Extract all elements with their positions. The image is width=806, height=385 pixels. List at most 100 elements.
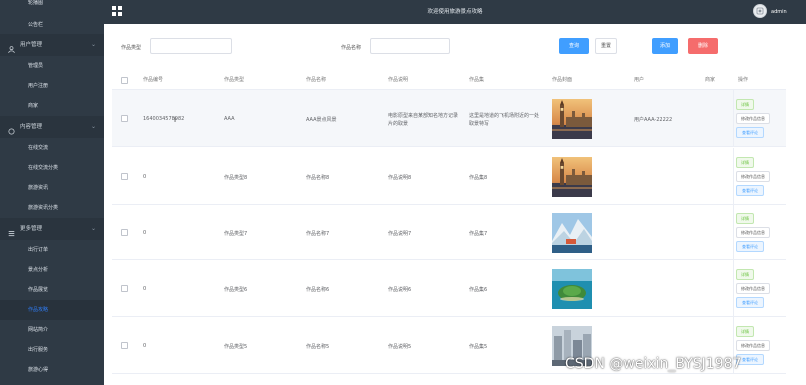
- cover-thumbnail[interactable]: [552, 212, 592, 253]
- row-checkbox[interactable]: [121, 172, 128, 180]
- sidebar-item-carousel[interactable]: 轮播图: [0, 0, 104, 8]
- sidebar-item-merchant[interactable]: 商家: [0, 96, 104, 116]
- name-label: 作品名称: [341, 45, 362, 51]
- type-label: 作品类型: [121, 45, 142, 51]
- avatar[interactable]: [753, 4, 767, 18]
- cell-type: 作品类型5: [224, 343, 248, 350]
- cell-name: 作品名称8: [306, 174, 330, 181]
- chevron-down-icon: ⌄: [90, 41, 96, 48]
- view-comments-button[interactable]: 查看评论: [736, 126, 764, 138]
- sidebar-item-news[interactable]: 旅游资讯: [0, 178, 104, 198]
- cell-collection: 这里是地道的飞机场附近的一处取景特写: [469, 112, 540, 127]
- row-checkbox[interactable]: [121, 228, 128, 236]
- row-actions: 详情 修改作品信息 查看评论: [736, 156, 784, 199]
- cover-thumbnail[interactable]: [552, 156, 592, 197]
- sidebar-group-label: 内容管理: [20, 124, 43, 130]
- cover-thumbnail[interactable]: [552, 268, 592, 309]
- sidebar-item-exhibit[interactable]: 作品展览: [0, 280, 104, 300]
- sidebar-item-admins[interactable]: 管理员: [0, 56, 104, 76]
- cell-desc: 电影原型来自某部知名地方记录片的取景: [388, 112, 459, 127]
- col-user: 用户: [634, 77, 645, 83]
- table-header: 作品编号 作品类型 作品名称 作品说明 作品集 作品封面 用户 商家 操作: [112, 70, 786, 90]
- actions-divider: [733, 260, 734, 317]
- chevron-down-icon: ⌄: [90, 123, 96, 130]
- detail-button[interactable]: 详情: [736, 268, 754, 280]
- chevron-down-icon: ⌄: [90, 225, 96, 232]
- reset-button[interactable]: 重置: [595, 38, 617, 54]
- user-name[interactable]: admin: [771, 0, 787, 24]
- col-cover: 作品封面: [552, 77, 573, 83]
- edit-button[interactable]: 修改作品信息: [736, 339, 770, 351]
- cell-desc: 作品说明6: [388, 286, 412, 293]
- row-checkbox[interactable]: [121, 341, 128, 349]
- sidebar-item-chat-category[interactable]: 在线交流分类: [0, 158, 104, 178]
- edit-button[interactable]: 修改作品信息: [736, 112, 770, 124]
- detail-button[interactable]: 详情: [736, 98, 754, 110]
- cell-type: 作品类型6: [224, 286, 248, 293]
- sidebar-item-services[interactable]: 出行服务: [0, 340, 104, 360]
- sidebar-item-user-register[interactable]: 用户注册: [0, 76, 104, 96]
- actions-divider: [733, 148, 734, 205]
- table-row[interactable]: 0 作品类型7 作品名称7 作品说明7 作品集7 详情 修改作品信息 查看评论: [112, 205, 786, 260]
- sidebar-item-notice[interactable]: 公告栏: [0, 8, 104, 28]
- cell-user: 用户AAA-22222: [634, 116, 673, 123]
- circle-icon: [8, 123, 15, 135]
- actions-divider: [733, 90, 734, 147]
- cover-thumbnail[interactable]: [552, 98, 592, 139]
- sidebar-group-content[interactable]: 内容管理 ⌄: [0, 116, 104, 138]
- col-collection: 作品集: [469, 77, 485, 83]
- cell-collection: 作品集6: [469, 286, 488, 293]
- query-button[interactable]: 查询: [559, 38, 589, 54]
- sidebar-group-users[interactable]: 用户管理 ⌄: [0, 34, 104, 56]
- select-all-checkbox[interactable]: [121, 77, 128, 84]
- cell-desc: 作品说明8: [388, 174, 412, 181]
- edit-button[interactable]: 修改作品信息: [736, 170, 770, 182]
- cell-collection: 作品集8: [469, 174, 488, 181]
- sidebar-item-chat[interactable]: 在线交流: [0, 138, 104, 158]
- edit-button[interactable]: 修改作品信息: [736, 282, 770, 294]
- table-row[interactable]: 0 作品类型8 作品名称8 作品说明8 作品集8 详情 修改作品信息 查看评论: [112, 148, 786, 205]
- menu-icon: [8, 225, 15, 237]
- row-actions: 详情 修改作品信息 查看评论: [736, 325, 784, 368]
- sidebar-item-guides[interactable]: 作品攻略: [0, 300, 104, 320]
- edit-button[interactable]: 修改作品信息: [736, 226, 770, 238]
- cell-name: 作品名称5: [306, 343, 330, 350]
- cell-name: 作品名称7: [306, 230, 330, 237]
- row-checkbox[interactable]: [121, 284, 128, 292]
- cell-desc: 作品说明5: [388, 343, 412, 350]
- table-row[interactable]: 0 作品类型6 作品名称6 作品说明6 作品集6 详情 修改作品信息 查看评论: [112, 260, 786, 317]
- sidebar-group-more[interactable]: 更多管理 ⌄: [0, 218, 104, 240]
- add-button[interactable]: 添加: [652, 38, 678, 54]
- sidebar-item-analysis[interactable]: 景点分析: [0, 260, 104, 280]
- cell-type: 作品类型7: [224, 230, 248, 237]
- cell-collection: 作品集5: [469, 343, 488, 350]
- view-comments-button[interactable]: 查看评论: [736, 184, 764, 196]
- sidebar-item-news-category[interactable]: 旅游资讯分类: [0, 198, 104, 218]
- text-cursor-icon: I: [174, 115, 177, 124]
- user-icon: [8, 41, 15, 54]
- top-header: 欢迎使用旅游景点攻略 admin: [104, 0, 806, 24]
- cell-id: 0: [143, 285, 147, 292]
- view-comments-button[interactable]: 查看评论: [736, 296, 764, 308]
- actions-divider: [733, 205, 734, 260]
- sidebar-item-intro[interactable]: 网站简介: [0, 320, 104, 340]
- delete-button[interactable]: 删除: [688, 38, 718, 54]
- detail-button[interactable]: 详情: [736, 156, 754, 168]
- detail-button[interactable]: 详情: [736, 325, 754, 337]
- search-bar: 作品类型 作品名称 查询 重置 添加 删除: [104, 24, 806, 70]
- col-name: 作品名称: [306, 77, 327, 83]
- name-input[interactable]: [370, 38, 450, 54]
- view-comments-button[interactable]: 查看评论: [736, 240, 764, 252]
- sidebar-item-experience[interactable]: 旅游心得: [0, 360, 104, 380]
- cell-type: 作品类型8: [224, 174, 248, 181]
- cell-collection: 作品集7: [469, 230, 488, 237]
- detail-button[interactable]: 详情: [736, 212, 754, 224]
- cell-id: 0: [143, 342, 147, 349]
- col-id: 作品编号: [143, 77, 164, 83]
- cell-id: 0: [143, 229, 147, 236]
- type-input[interactable]: [150, 38, 232, 54]
- sidebar-item-orders[interactable]: 出行订单: [0, 240, 104, 260]
- row-checkbox[interactable]: [121, 114, 128, 122]
- col-type: 作品类型: [224, 77, 245, 83]
- table-row[interactable]: 1640034578982 AAA AAA景点风景 电影原型来自某部知名地方记录…: [112, 90, 786, 147]
